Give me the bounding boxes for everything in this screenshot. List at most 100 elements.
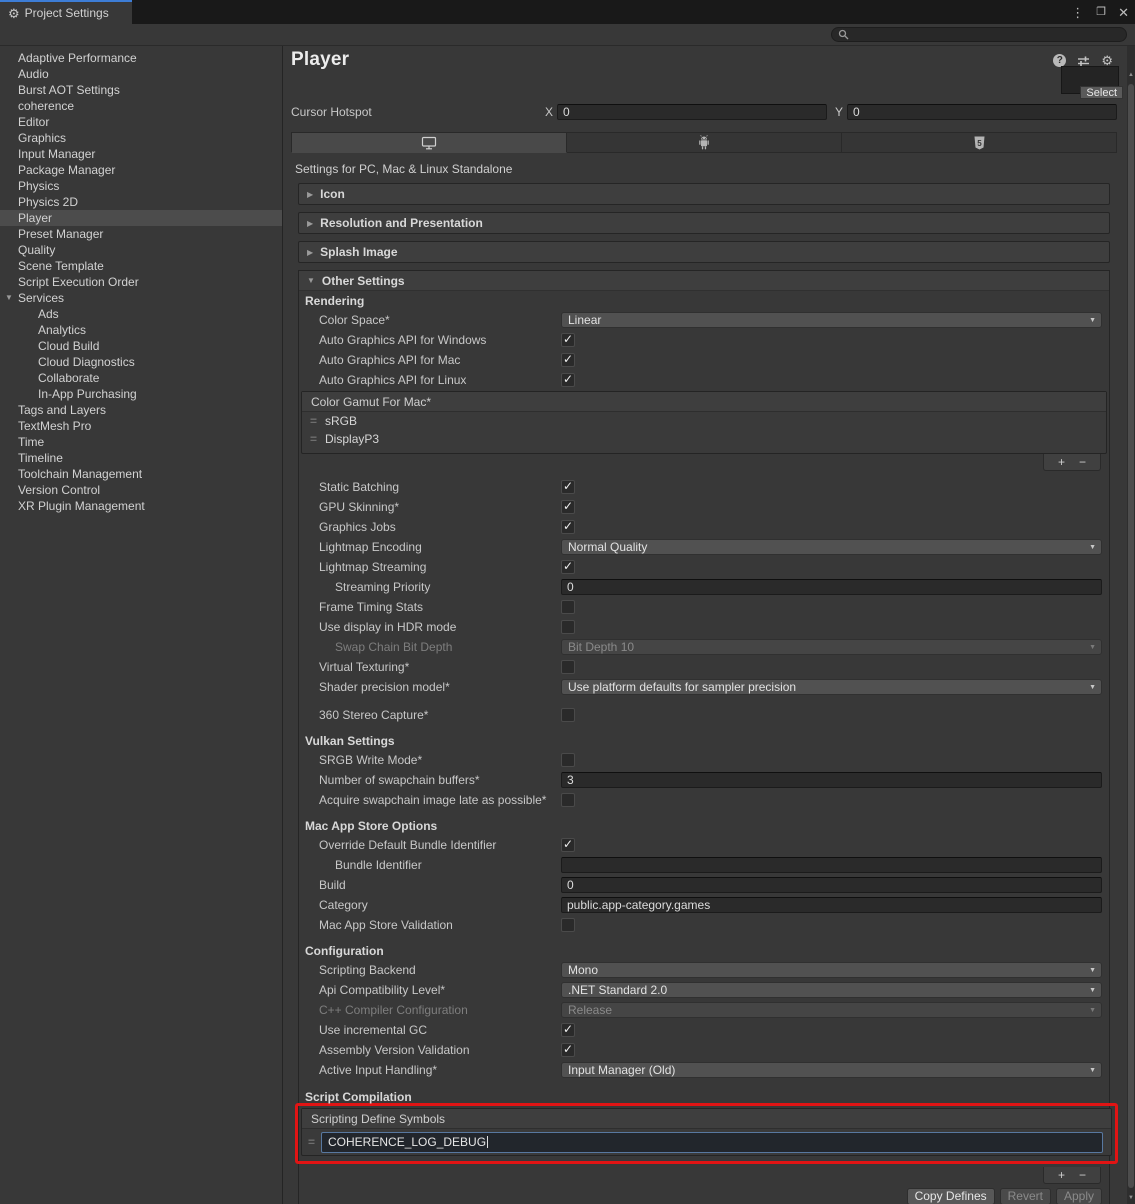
assembly-version-validation-checkbox[interactable]: ✓ (561, 1043, 575, 1057)
number-of-swapchain-buffers-field[interactable]: 3 (561, 772, 1102, 788)
sidebar-item-player[interactable]: Player (0, 210, 282, 226)
auto-graphics-api-for-linux-checkbox[interactable]: ✓ (561, 373, 575, 387)
bundle-identifier-field[interactable] (561, 857, 1102, 873)
caret-down-icon[interactable]: ▼ (5, 290, 13, 306)
sidebar-item-quality[interactable]: Quality (0, 242, 282, 258)
close-icon[interactable]: ✕ (1118, 6, 1129, 19)
frame-timing-stats-checkbox[interactable] (561, 600, 575, 614)
sidebar-item-burst-aot-settings[interactable]: Burst AOT Settings (0, 82, 282, 98)
color-space-dropdown[interactable]: Linear▼ (561, 312, 1102, 328)
property-label: Graphics Jobs (299, 520, 561, 534)
caret-right-icon: ▶ (307, 190, 313, 199)
auto-graphics-api-for-mac-checkbox[interactable]: ✓ (561, 353, 575, 367)
property-label: Auto Graphics API for Mac (299, 353, 561, 367)
kebab-menu-icon[interactable]: ⋮ (1071, 6, 1084, 19)
sidebar-item-collaborate[interactable]: Collaborate (0, 370, 282, 386)
sidebar-item-textmesh-pro[interactable]: TextMesh Pro (0, 418, 282, 434)
vertical-scrollbar[interactable]: ▲ ▼ (1127, 46, 1135, 1204)
use-display-in-hdr-mode-checkbox[interactable] (561, 620, 575, 634)
section-icon[interactable]: ▶Icon (298, 183, 1110, 205)
srgb-write-mode-checkbox[interactable] (561, 753, 575, 767)
other-settings-header[interactable]: ▼ Other Settings (299, 271, 1109, 291)
search-input[interactable] (831, 27, 1127, 42)
tab-webgl[interactable]: 5 (842, 132, 1117, 153)
sidebar-item-version-control[interactable]: Version Control (0, 482, 282, 498)
sidebar-item-label: Scene Template (18, 259, 104, 273)
scrollbar-thumb[interactable] (1128, 84, 1134, 1188)
lightmap-encoding-dropdown[interactable]: Normal Quality▼ (561, 539, 1102, 555)
tab-android[interactable] (567, 132, 842, 153)
sidebar-item-xr-plugin-management[interactable]: XR Plugin Management (0, 498, 282, 514)
section-resolution-and-presentation[interactable]: ▶Resolution and Presentation (298, 212, 1110, 234)
color-gamut-item-srgb[interactable]: =sRGB (302, 412, 1106, 430)
sidebar-item-timeline[interactable]: Timeline (0, 450, 282, 466)
scripting-backend-dropdown[interactable]: Mono▼ (561, 962, 1102, 978)
remove-icon[interactable]: − (1079, 456, 1086, 468)
window-tab-label: Project Settings (25, 6, 109, 20)
sidebar-item-in-app-purchasing[interactable]: In-App Purchasing (0, 386, 282, 402)
sidebar-item-physics[interactable]: Physics (0, 178, 282, 194)
sidebar-item-script-execution-order[interactable]: Script Execution Order (0, 274, 282, 290)
presets-icon[interactable] (1077, 55, 1090, 67)
auto-graphics-api-for-windows-checkbox[interactable]: ✓ (561, 333, 575, 347)
sidebar-item-input-manager[interactable]: Input Manager (0, 146, 282, 162)
drag-handle-icon[interactable]: = (310, 414, 317, 428)
acquire-swapchain-image-late-as-possible-checkbox[interactable] (561, 793, 575, 807)
sidebar-item-graphics[interactable]: Graphics (0, 130, 282, 146)
add-icon[interactable]: + (1058, 1169, 1065, 1181)
scroll-up-icon[interactable]: ▲ (1127, 72, 1135, 78)
drag-handle-icon[interactable]: = (310, 432, 317, 446)
cursor-hotspot-x-field[interactable]: 0 (557, 104, 827, 120)
property-label: Shader precision model* (299, 680, 561, 694)
sidebar-item-scene-template[interactable]: Scene Template (0, 258, 282, 274)
add-icon[interactable]: + (1058, 456, 1065, 468)
maximize-icon[interactable]: ❐ (1096, 7, 1106, 18)
sidebar-item-label: Graphics (18, 131, 66, 145)
sidebar-item-services[interactable]: ▼Services (0, 290, 282, 306)
sidebar-item-audio[interactable]: Audio (0, 66, 282, 82)
sidebar-item-adaptive-performance[interactable]: Adaptive Performance (0, 50, 282, 66)
shader-precision-model-dropdown[interactable]: Use platform defaults for sampler precis… (561, 679, 1102, 695)
property-label: Auto Graphics API for Windows (299, 333, 561, 347)
mac-app-store-validation-checkbox[interactable] (561, 918, 575, 932)
row-category: Categorypublic.app-category.games (299, 895, 1109, 915)
color-gamut-item-displayp3[interactable]: =DisplayP3 (302, 430, 1106, 448)
sidebar-item-coherence[interactable]: coherence (0, 98, 282, 114)
copy-defines-button[interactable]: Copy Defines (907, 1188, 995, 1204)
sidebar-item-tags-and-layers[interactable]: Tags and Layers (0, 402, 282, 418)
select-button[interactable]: Select (1080, 86, 1123, 99)
section-splash-image[interactable]: ▶Splash Image (298, 241, 1110, 263)
use-incremental-gc-checkbox[interactable]: ✓ (561, 1023, 575, 1037)
override-default-bundle-identifier-checkbox[interactable]: ✓ (561, 838, 575, 852)
static-batching-checkbox[interactable]: ✓ (561, 480, 575, 494)
tab-standalone[interactable] (291, 132, 567, 153)
scroll-down-icon[interactable]: ▼ (1127, 1195, 1135, 1201)
graphics-jobs-checkbox[interactable]: ✓ (561, 520, 575, 534)
sidebar-item-analytics[interactable]: Analytics (0, 322, 282, 338)
api-compatibility-level-dropdown[interactable]: .NET Standard 2.0▼ (561, 982, 1102, 998)
remove-icon[interactable]: − (1079, 1169, 1086, 1181)
define-symbol-input[interactable]: COHERENCE_LOG_DEBUG (321, 1132, 1103, 1153)
cursor-hotspot-y-field[interactable]: 0 (847, 104, 1117, 120)
window-tab-project-settings[interactable]: ⚙ Project Settings (0, 0, 132, 24)
sidebar-item-ads[interactable]: Ads (0, 306, 282, 322)
sidebar-item-time[interactable]: Time (0, 434, 282, 450)
drag-handle-icon[interactable]: = (308, 1135, 315, 1149)
sidebar-item-toolchain-management[interactable]: Toolchain Management (0, 466, 282, 482)
category-field[interactable]: public.app-category.games (561, 897, 1102, 913)
sidebar-item-package-manager[interactable]: Package Manager (0, 162, 282, 178)
virtual-texturing-checkbox[interactable] (561, 660, 575, 674)
active-input-handling-dropdown[interactable]: Input Manager (Old)▼ (561, 1062, 1102, 1078)
gpu-skinning-checkbox[interactable]: ✓ (561, 500, 575, 514)
sidebar-item-editor[interactable]: Editor (0, 114, 282, 130)
check-icon: ✓ (563, 332, 573, 346)
lightmap-streaming-checkbox[interactable]: ✓ (561, 560, 575, 574)
build-field[interactable]: 0 (561, 877, 1102, 893)
sidebar-item-preset-manager[interactable]: Preset Manager (0, 226, 282, 242)
sidebar-item-cloud-build[interactable]: Cloud Build (0, 338, 282, 354)
property-label: Category (299, 898, 561, 912)
360-stereo-capture-checkbox[interactable] (561, 708, 575, 722)
sidebar-item-cloud-diagnostics[interactable]: Cloud Diagnostics (0, 354, 282, 370)
streaming-priority-field[interactable]: 0 (561, 579, 1102, 595)
sidebar-item-physics-2d[interactable]: Physics 2D (0, 194, 282, 210)
